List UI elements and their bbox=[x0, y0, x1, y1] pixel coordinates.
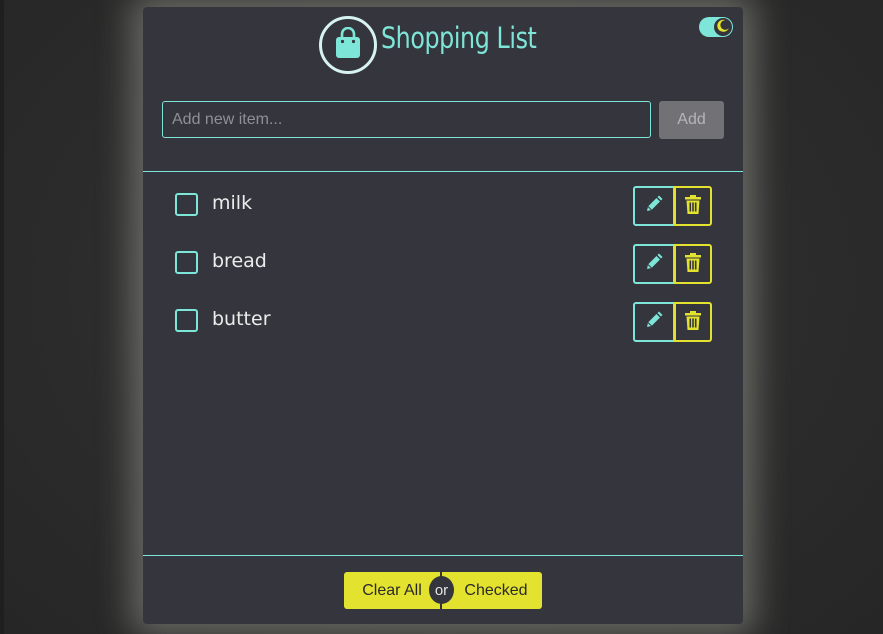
trash-icon bbox=[685, 310, 701, 334]
item-label: milk bbox=[212, 192, 253, 214]
moon-icon bbox=[716, 18, 730, 37]
item-label: bread bbox=[212, 250, 267, 272]
item-label: butter bbox=[212, 308, 271, 330]
new-item-input[interactable] bbox=[162, 101, 651, 138]
item-checkbox[interactable] bbox=[175, 251, 198, 274]
background-window-edge bbox=[0, 0, 4, 634]
delete-button[interactable] bbox=[674, 244, 712, 284]
list-item: butter bbox=[143, 302, 743, 342]
pencil-icon bbox=[645, 253, 663, 275]
delete-button[interactable] bbox=[674, 186, 712, 226]
header: Shopping List Add bbox=[143, 7, 743, 172]
or-badge: or bbox=[429, 576, 454, 604]
list-item: bread bbox=[143, 244, 743, 284]
pencil-icon bbox=[645, 311, 663, 333]
trash-icon bbox=[685, 252, 701, 276]
toggle-knob bbox=[714, 18, 732, 36]
list-item: milk bbox=[143, 186, 743, 226]
shopping-bag-icon bbox=[334, 26, 362, 63]
item-checkbox[interactable] bbox=[175, 193, 198, 216]
footer: Clear All Checked or bbox=[143, 555, 743, 625]
logo bbox=[319, 16, 377, 74]
add-button[interactable]: Add bbox=[659, 101, 724, 139]
delete-button[interactable] bbox=[674, 302, 712, 342]
pencil-icon bbox=[645, 195, 663, 217]
shopping-list-card: Shopping List Add milk bbox=[143, 7, 743, 624]
edit-button[interactable] bbox=[633, 186, 674, 226]
theme-toggle[interactable] bbox=[699, 17, 733, 37]
item-checkbox[interactable] bbox=[175, 309, 198, 332]
edit-button[interactable] bbox=[633, 244, 674, 284]
trash-icon bbox=[685, 194, 701, 218]
clear-all-button[interactable]: Clear All bbox=[344, 572, 440, 609]
clear-checked-button[interactable]: Checked bbox=[442, 572, 542, 609]
edit-button[interactable] bbox=[633, 302, 674, 342]
page-title: Shopping List bbox=[381, 21, 537, 55]
